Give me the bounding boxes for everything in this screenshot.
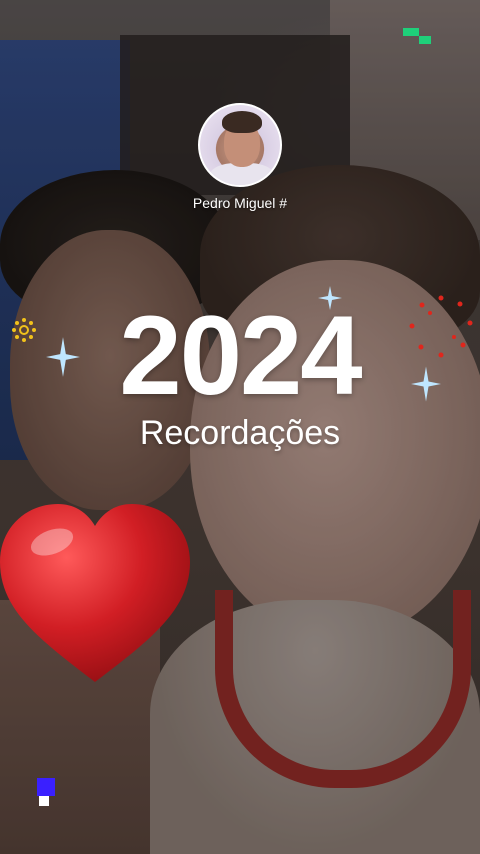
sun-icon [12,318,36,342]
sparkle-icon [411,366,441,402]
author-name[interactable]: Pedro Miguel # [140,195,340,211]
firework-icon [409,295,473,358]
story-title-subtitle: Recordações [139,414,341,452]
story-title-year: 2024 [119,293,362,418]
heart-icon[interactable] [0,500,190,690]
sparkle-icon [46,337,80,377]
author-avatar[interactable] [198,103,282,187]
